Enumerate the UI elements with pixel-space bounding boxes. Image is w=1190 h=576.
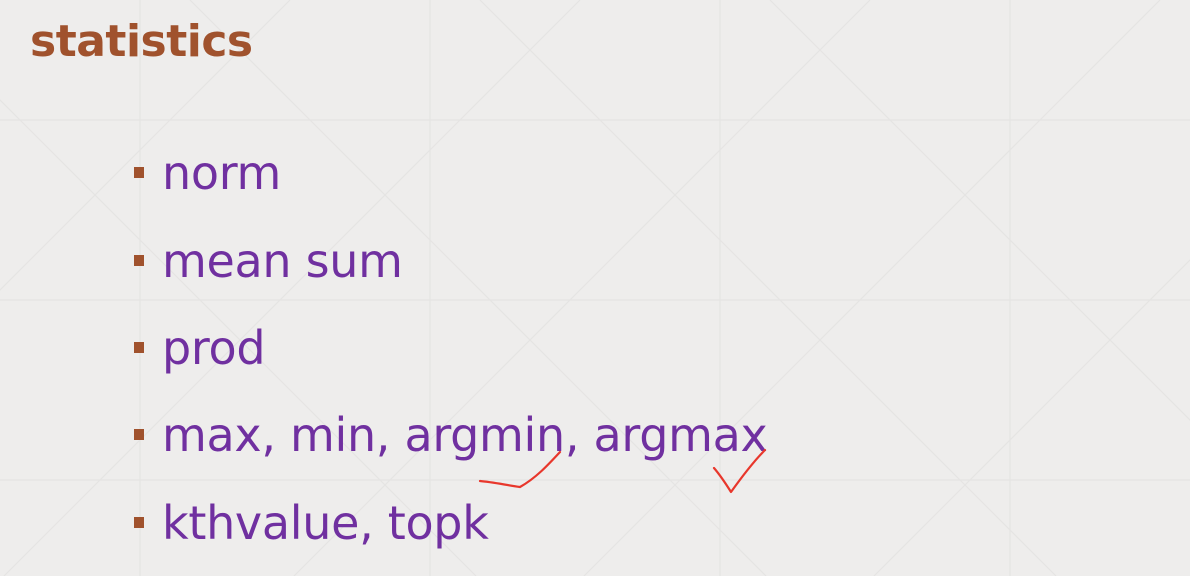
square-bullet-icon [134, 342, 144, 353]
bullet-text: mean sum [162, 234, 403, 288]
bullet-text: max, min, argmin, argmax [162, 408, 768, 462]
square-bullet-icon [134, 517, 144, 528]
square-bullet-icon [134, 429, 144, 440]
square-bullet-icon [134, 255, 144, 266]
slide: statistics norm mean sum prod max, min, … [0, 0, 1190, 576]
bullet-text: kthvalue, topk [162, 496, 489, 550]
square-bullet-icon [134, 167, 144, 178]
bullet-text: norm [162, 146, 282, 200]
page-title: statistics [30, 16, 253, 67]
bullet-text: prod [162, 321, 266, 375]
